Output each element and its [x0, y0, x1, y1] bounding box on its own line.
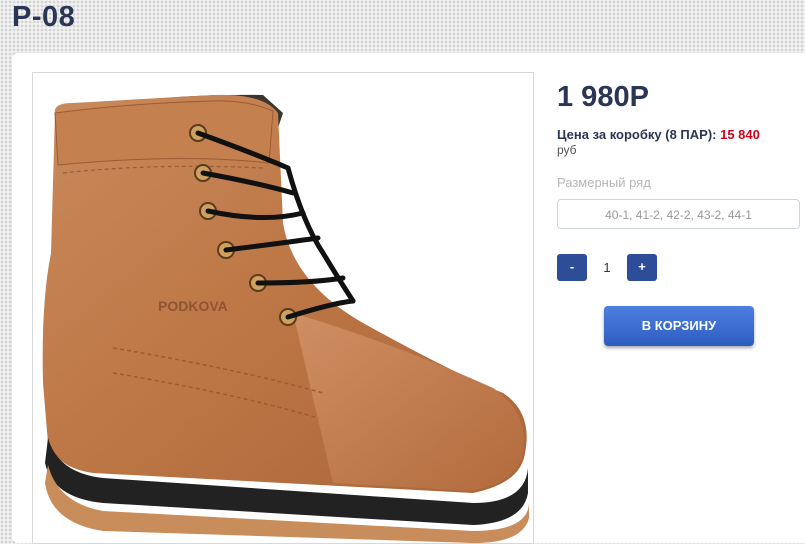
box-price-label: Цена за коробку (8 ПАР): [557, 127, 721, 142]
brand-logo: PODKOVA [158, 298, 228, 314]
size-range-field[interactable]: 40-1, 41-2, 42-2, 43-2, 44-1 [557, 199, 800, 229]
quantity-decrease-button[interactable]: - [557, 254, 587, 281]
box-price: Цена за коробку (8 ПАР): 15 840 [557, 127, 760, 143]
size-range-label: Размерный ряд [557, 175, 651, 190]
product-price: 1 980Р [557, 81, 649, 113]
boot-illustration: PODKOVA [42, 94, 529, 543]
product-image[interactable]: PODKOVA [32, 72, 534, 544]
page-title: P-08 [12, 1, 76, 33]
quantity-increase-button[interactable]: + [627, 254, 657, 281]
box-price-value: 15 840 [720, 127, 760, 142]
currency-label: руб [557, 143, 577, 157]
quantity-value[interactable]: 1 [587, 254, 627, 281]
add-to-cart-button[interactable]: В КОРЗИНУ [604, 306, 754, 346]
